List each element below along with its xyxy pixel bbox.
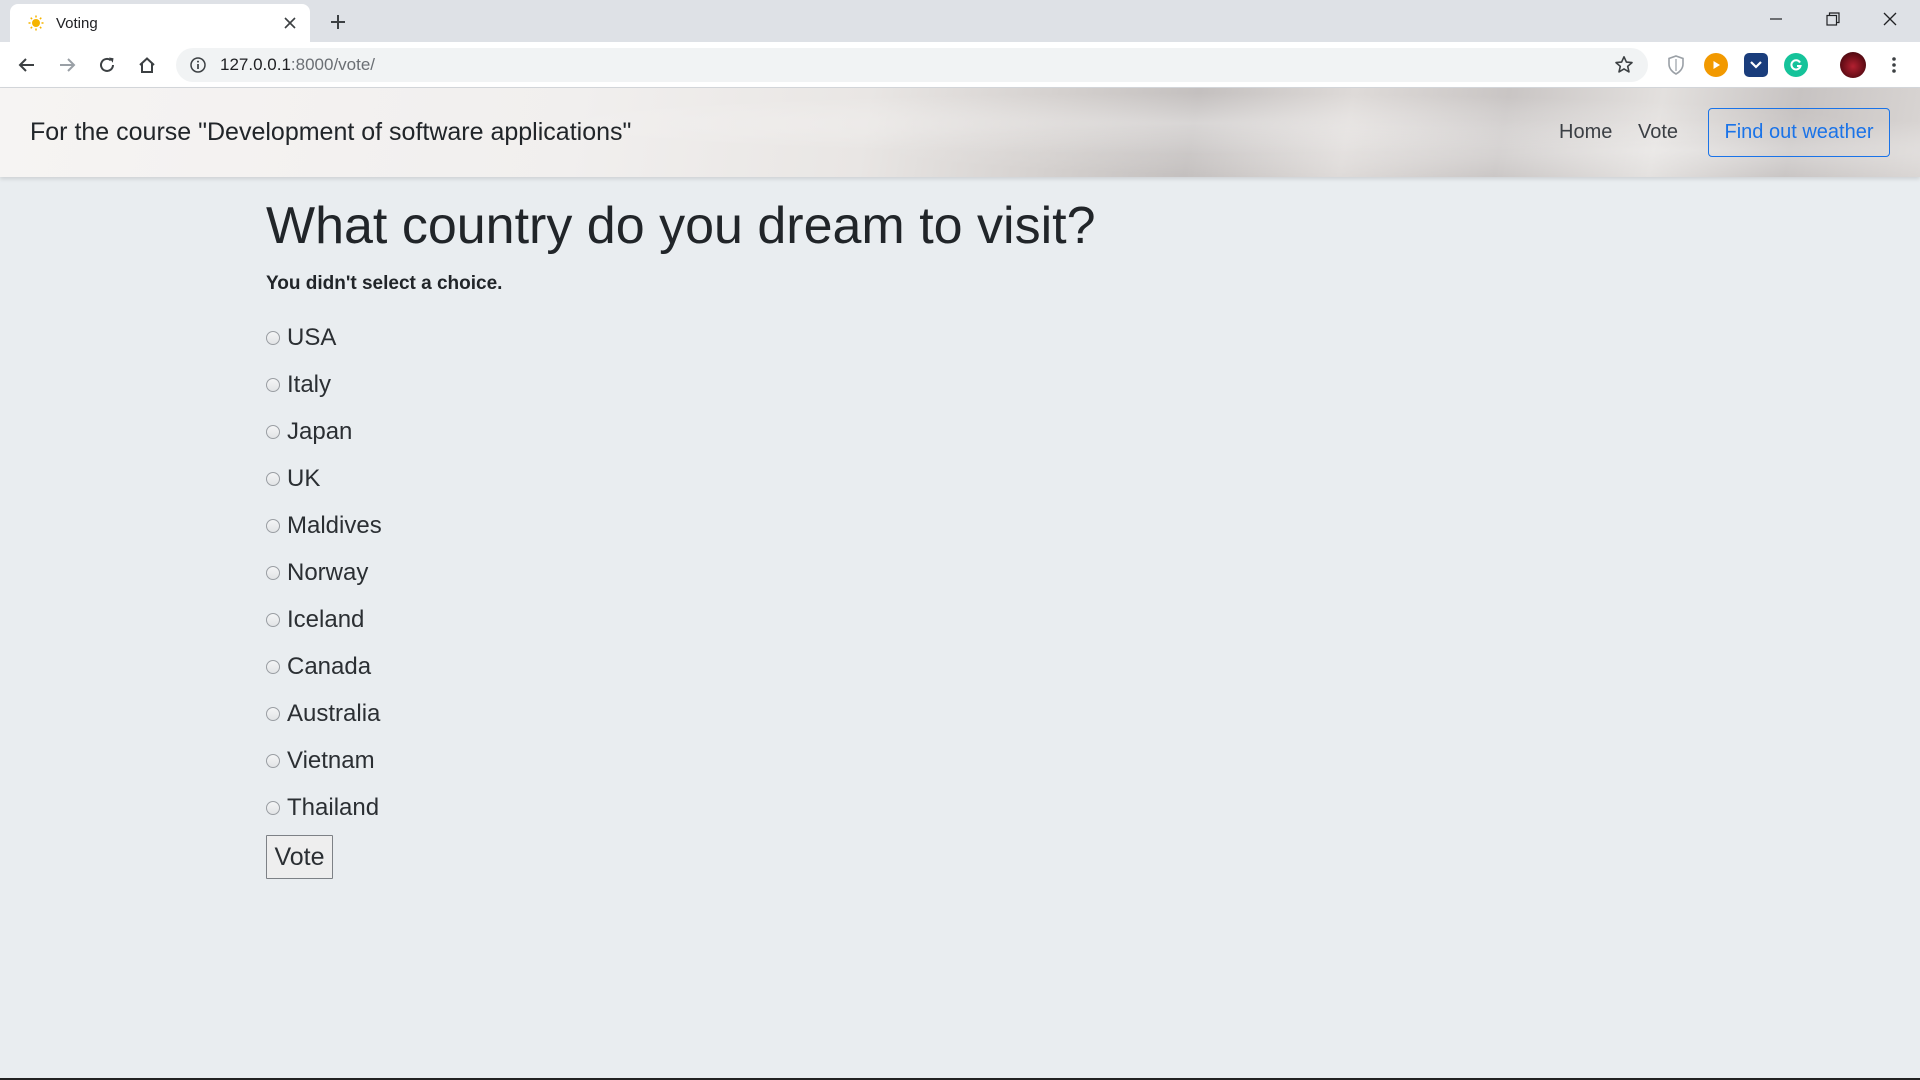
site-brand[interactable]: For the course "Development of software … xyxy=(30,88,631,177)
find-weather-button[interactable]: Find out weather xyxy=(1708,108,1890,157)
choice-option[interactable]: USA xyxy=(266,323,336,353)
browser-toolbar: 127.0.0.1:8000/vote/ xyxy=(0,42,1920,88)
grammarly-extension-icon[interactable] xyxy=(1784,53,1808,77)
choice-label[interactable]: Italy xyxy=(287,371,331,399)
choice-option[interactable]: Australia xyxy=(266,699,380,729)
radio-button[interactable] xyxy=(266,472,280,486)
choice-option[interactable]: Norway xyxy=(266,558,368,588)
sun-favicon-icon xyxy=(28,15,44,31)
radio-button[interactable] xyxy=(266,566,280,580)
browser-tab[interactable]: Voting xyxy=(10,4,310,42)
address-bar[interactable]: 127.0.0.1:8000/vote/ xyxy=(176,48,1648,82)
url-path: :8000/vote/ xyxy=(290,55,376,74)
play-extension-icon[interactable] xyxy=(1704,53,1728,77)
choice-label[interactable]: Maldives xyxy=(287,512,382,540)
reload-icon[interactable] xyxy=(92,50,122,80)
choice-label[interactable]: Australia xyxy=(287,700,380,728)
choice-label[interactable]: Japan xyxy=(287,418,352,446)
choice-label[interactable]: UK xyxy=(287,465,320,493)
restore-icon[interactable] xyxy=(1805,0,1861,38)
close-tab-icon[interactable] xyxy=(278,11,302,35)
forward-arrow-icon[interactable] xyxy=(52,50,82,80)
radio-button[interactable] xyxy=(266,378,280,392)
choice-option[interactable]: Vietnam xyxy=(266,746,375,776)
radio-button[interactable] xyxy=(266,660,280,674)
choice-label[interactable]: Vietnam xyxy=(287,747,375,775)
new-tab-icon[interactable] xyxy=(324,8,352,36)
vote-submit-button[interactable]: Vote xyxy=(266,835,333,879)
pocket-extension-icon[interactable] xyxy=(1744,53,1768,77)
url-text: 127.0.0.1:8000/vote/ xyxy=(220,55,375,75)
nav-link-vote[interactable]: Vote xyxy=(1638,88,1678,177)
minimize-icon[interactable] xyxy=(1748,0,1804,38)
bookmark-star-icon[interactable] xyxy=(1612,53,1636,77)
url-host: 127.0.0.1 xyxy=(220,55,291,74)
choice-option[interactable]: Thailand xyxy=(266,793,379,823)
choice-label[interactable]: Norway xyxy=(287,559,368,587)
tab-title: Voting xyxy=(56,14,98,32)
radio-button[interactable] xyxy=(266,519,280,533)
close-window-icon[interactable] xyxy=(1862,0,1918,38)
more-menu-icon[interactable] xyxy=(1882,53,1906,77)
radio-button[interactable] xyxy=(266,801,280,815)
radio-button[interactable] xyxy=(266,425,280,439)
choice-option[interactable]: Japan xyxy=(266,417,352,447)
info-icon[interactable] xyxy=(188,55,208,75)
choice-option[interactable]: Iceland xyxy=(266,605,364,635)
back-arrow-icon[interactable] xyxy=(12,50,42,80)
choice-label[interactable]: Iceland xyxy=(287,606,364,634)
site-navbar: For the course "Development of software … xyxy=(0,88,1920,177)
radio-button[interactable] xyxy=(266,331,280,345)
choice-option[interactable]: Italy xyxy=(266,370,331,400)
radio-button[interactable] xyxy=(266,754,280,768)
page-title: What country do you dream to visit? xyxy=(266,197,1096,255)
choice-option[interactable]: Canada xyxy=(266,652,371,682)
home-icon[interactable] xyxy=(132,50,162,80)
browser-tabstrip: Voting xyxy=(0,0,1920,42)
profile-avatar-icon[interactable] xyxy=(1840,52,1866,78)
error-message: You didn't select a choice. xyxy=(266,273,503,294)
radio-button[interactable] xyxy=(266,613,280,627)
shield-extension-icon[interactable] xyxy=(1664,53,1688,77)
radio-button[interactable] xyxy=(266,707,280,721)
choice-label[interactable]: Canada xyxy=(287,653,371,681)
choice-option[interactable]: UK xyxy=(266,464,320,494)
choice-label[interactable]: Thailand xyxy=(287,794,379,822)
choice-label[interactable]: USA xyxy=(287,324,336,352)
choice-option[interactable]: Maldives xyxy=(266,511,382,541)
nav-link-home[interactable]: Home xyxy=(1559,88,1612,177)
